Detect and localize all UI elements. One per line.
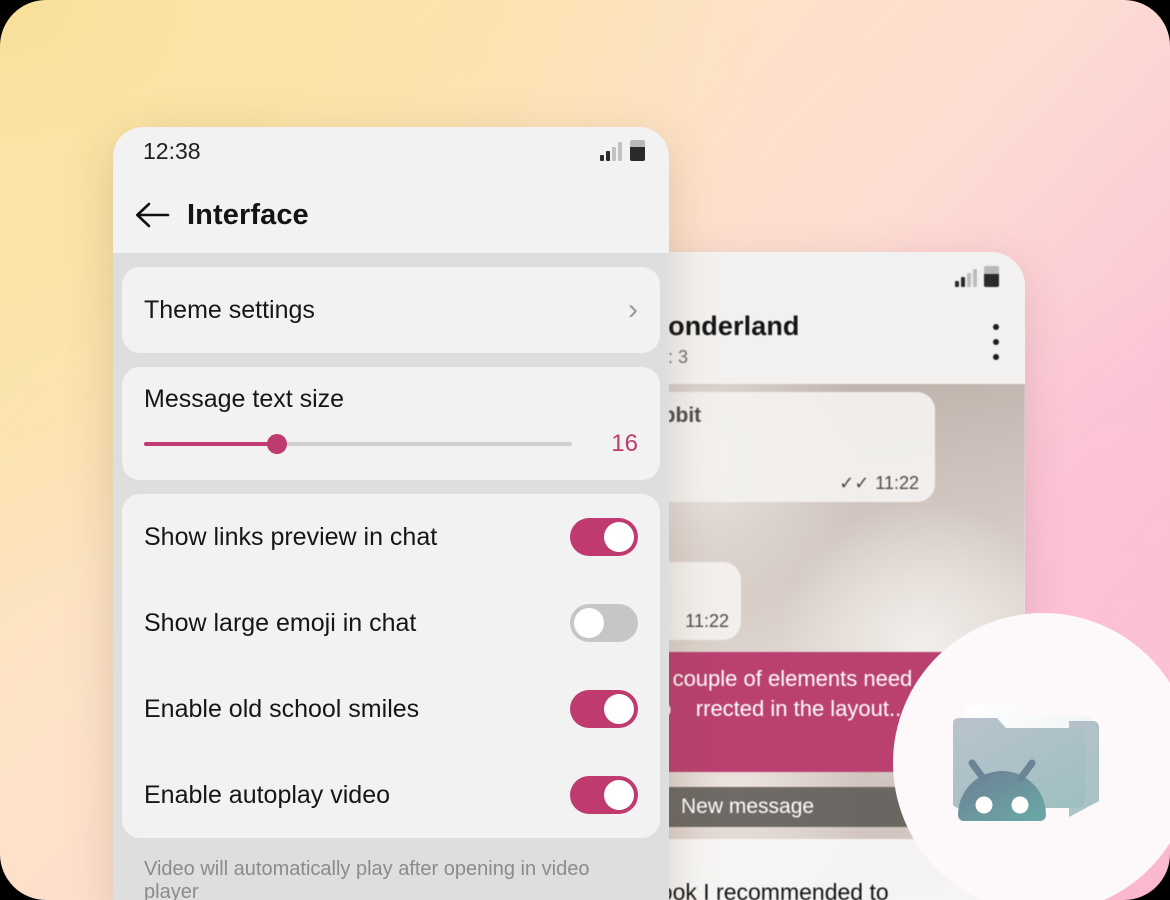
slider-thumb[interactable] — [266, 434, 287, 454]
message-text-size-card: Message text size 16 — [122, 367, 660, 480]
row-label: Show large emoji in chat — [144, 608, 417, 637]
row-label: Enable autoplay video — [144, 780, 391, 809]
text-size-slider[interactable]: 16 — [144, 430, 638, 458]
theme-settings-card: Theme settings › — [122, 267, 660, 353]
status-bar-time: 12:38 — [143, 138, 201, 164]
slider-track[interactable] — [144, 434, 572, 454]
back-arrow-icon[interactable] — [132, 195, 172, 235]
row-theme-settings[interactable]: Theme settings › — [122, 267, 660, 353]
setting-toggle[interactable] — [570, 604, 638, 642]
chevron-right-icon: › — [628, 293, 638, 326]
setting-toggle[interactable] — [570, 518, 638, 556]
row-toggle[interactable]: Enable old school smiles — [122, 666, 660, 752]
row-label: Enable old school smiles — [144, 694, 420, 723]
toggle-knob — [604, 522, 634, 552]
screenshot-stage: Wonderland ers: 3 abbit ✓✓ 11:22 g — [0, 0, 1170, 900]
settings-app-bar: Interface — [113, 177, 669, 253]
row-label: Theme settings — [144, 295, 315, 324]
chat-app-bar: Wonderland ers: 3 — [613, 304, 1025, 384]
row-label: Show links preview in chat — [144, 522, 438, 551]
android-folder-icon — [952, 685, 1119, 835]
signal-bars-icon — [955, 268, 977, 287]
settings-status-icons — [600, 140, 645, 161]
chat-status-icons — [955, 266, 999, 287]
slider-fill — [144, 442, 277, 446]
chat-message-bubble[interactable]: abbit ✓✓ 11:22 — [635, 392, 935, 502]
overflow-menu-icon[interactable] — [993, 324, 999, 369]
autoplay-hint: Video will automatically play after open… — [144, 858, 590, 900]
page-title: Interface — [187, 198, 309, 231]
chat-status-bar — [613, 252, 1025, 304]
toggle-knob — [574, 608, 604, 638]
setting-toggle[interactable] — [570, 690, 638, 728]
setting-toggle[interactable] — [570, 776, 638, 814]
row-toggle[interactable]: Enable autoplay video — [122, 752, 660, 838]
slider-label: Message text size — [144, 385, 345, 413]
toggle-knob — [604, 694, 634, 724]
chat-message-time: 11:22 — [875, 473, 919, 493]
signal-bars-icon — [600, 142, 622, 161]
battery-icon — [630, 140, 645, 161]
toggle-knob — [604, 780, 634, 810]
chat-message-time: 11:22 — [685, 611, 729, 631]
settings-status-bar: 12:38 — [113, 127, 669, 177]
battery-icon — [984, 266, 999, 287]
chat-message-meta: 11:22 — [685, 611, 729, 632]
settings-list[interactable]: Theme settings › Message text size 16 Sh… — [113, 253, 669, 900]
slider-value: 16 — [611, 430, 638, 457]
interface-toggles-card: Show links preview in chat Show large emo… — [122, 494, 660, 838]
chat-message-meta: ✓✓ 11:22 — [839, 473, 919, 494]
chat-message-sender: abbit — [651, 404, 702, 427]
read-ticks-icon: ✓✓ — [839, 473, 870, 493]
row-toggle[interactable]: Show links preview in chat — [122, 494, 660, 580]
settings-phone: 12:38 Interface Theme settings › Message… — [113, 127, 669, 900]
row-toggle[interactable]: Show large emoji in chat — [122, 580, 660, 666]
